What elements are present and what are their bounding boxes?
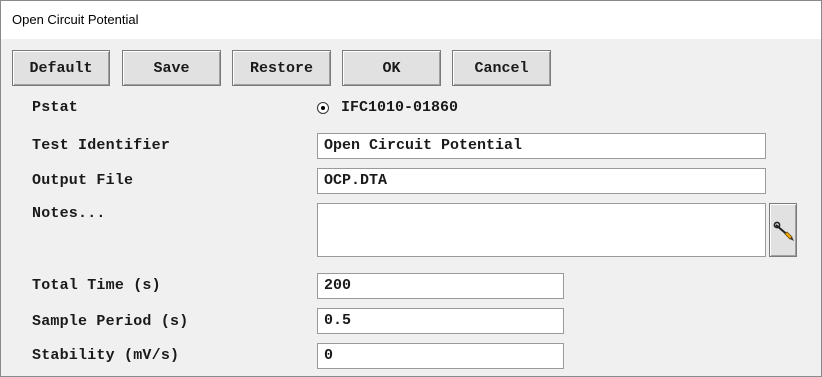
test-identifier-input[interactable]: Open Circuit Potential [317, 133, 766, 159]
default-button[interactable]: Default [12, 50, 110, 86]
notes-textarea[interactable] [317, 203, 766, 257]
stability-label: Stability (mV/s) [32, 347, 180, 364]
window-title: Open Circuit Potential [12, 12, 139, 27]
stability-input[interactable]: 0 [317, 343, 564, 369]
output-file-label: Output File [32, 172, 134, 189]
cancel-button[interactable]: Cancel [452, 50, 551, 86]
sample-period-input[interactable]: 0.5 [317, 308, 564, 334]
output-file-input[interactable]: OCP.DTA [317, 168, 766, 194]
total-time-input[interactable]: 200 [317, 273, 564, 299]
pstat-label: Pstat [32, 99, 79, 116]
pstat-option-label[interactable]: IFC1010-01860 [341, 99, 458, 116]
sample-period-label: Sample Period (s) [32, 313, 189, 330]
notes-edit-button[interactable] [769, 203, 797, 257]
save-button[interactable]: Save [122, 50, 221, 86]
ok-button[interactable]: OK [342, 50, 441, 86]
radio-selected-dot [321, 106, 325, 110]
test-identifier-label: Test Identifier [32, 137, 171, 154]
dialog-window: Open Circuit Potential Default Save Rest… [0, 0, 822, 377]
notes-label: Notes... [32, 205, 106, 222]
wrench-pencil-icon [773, 221, 794, 241]
restore-button[interactable]: Restore [232, 50, 331, 86]
total-time-label: Total Time (s) [32, 277, 161, 294]
pstat-radio[interactable] [317, 102, 329, 114]
title-bar: Open Circuit Potential [1, 1, 821, 39]
